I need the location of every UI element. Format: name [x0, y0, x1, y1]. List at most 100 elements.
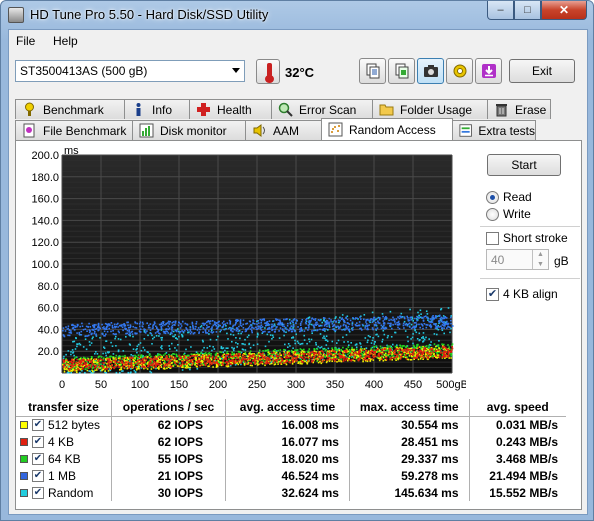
data-point [344, 354, 347, 357]
copy-info-button[interactable] [388, 58, 415, 84]
data-point [343, 354, 345, 357]
data-point [85, 362, 88, 365]
data-point [148, 363, 150, 365]
start-button[interactable]: Start [487, 154, 561, 176]
read-option[interactable]: Read [486, 190, 532, 204]
short-stroke-checkbox[interactable] [486, 231, 499, 245]
data-point [396, 354, 399, 356]
stepper-up-icon[interactable]: ▲ [533, 250, 548, 260]
data-point [205, 332, 207, 334]
thermometer-icon [256, 59, 280, 84]
data-point [237, 330, 239, 332]
data-point [150, 371, 153, 374]
data-point [145, 359, 147, 361]
data-point [63, 355, 65, 358]
data-point [248, 320, 251, 322]
data-point [205, 354, 208, 356]
read-radio[interactable] [486, 190, 499, 204]
data-point [114, 363, 117, 365]
data-point [428, 353, 431, 356]
tab-file-benchmark[interactable]: File Benchmark [15, 120, 133, 140]
data-point [139, 325, 141, 328]
tab-benchmark[interactable]: Benchmark [15, 99, 125, 119]
x-tick-label: 100 [131, 379, 149, 391]
y-tick-label: 140.0 [31, 215, 59, 227]
menu-help[interactable]: Help [53, 34, 78, 48]
data-point [160, 346, 162, 349]
data-point [421, 325, 424, 327]
align-option[interactable]: ✔ 4 KB align [486, 287, 558, 301]
data-point [271, 326, 274, 328]
tab-health[interactable]: Health [189, 99, 272, 119]
tab-info[interactable]: Info [124, 99, 190, 119]
data-point [414, 317, 416, 320]
data-point [248, 342, 251, 345]
screenshot-button[interactable] [417, 58, 444, 84]
data-point [173, 335, 175, 338]
ops-cell: 62 IOPS [110, 433, 226, 450]
tab-folder-usage[interactable]: Folder Usage [372, 99, 488, 119]
short-stroke-option[interactable]: Short stroke [486, 231, 568, 245]
data-point [94, 364, 96, 367]
avg-access-cell: 16.077 ms [225, 433, 350, 450]
close-button[interactable]: ✕ [541, 1, 587, 20]
data-point [308, 354, 310, 356]
menu-file[interactable]: File [16, 34, 35, 48]
data-point [141, 325, 144, 328]
data-point [206, 332, 209, 334]
data-point [249, 356, 251, 359]
data-point [344, 359, 347, 362]
series-checkbox[interactable]: ✔ [32, 486, 44, 499]
tab-extra-tests[interactable]: Extra tests [452, 120, 536, 140]
data-point [181, 362, 184, 365]
data-point [437, 349, 440, 351]
data-point [293, 359, 295, 361]
divider [480, 278, 580, 279]
title-bar[interactable]: HD Tune Pro 5.50 - Hard Disk/SSD Utility… [1, 1, 593, 28]
stepper-down-icon[interactable]: ▼ [533, 260, 548, 270]
save-button[interactable] [475, 58, 502, 84]
data-point [108, 358, 111, 360]
data-point [422, 327, 424, 330]
settings-button[interactable] [446, 58, 473, 84]
data-point [300, 351, 303, 354]
data-point [344, 324, 347, 327]
tab-error-scan[interactable]: Error Scan [271, 99, 373, 119]
data-point [388, 319, 390, 322]
align-checkbox[interactable]: ✔ [486, 287, 499, 301]
data-point [449, 331, 451, 334]
data-point [411, 353, 414, 355]
series-checkbox[interactable]: ✔ [32, 418, 44, 431]
copy-text-button[interactable] [359, 58, 386, 84]
data-point [273, 360, 275, 362]
write-option[interactable]: Write [486, 207, 531, 221]
series-checkbox[interactable]: ✔ [32, 435, 44, 448]
data-point [228, 319, 231, 322]
tab-aam[interactable]: AAM [245, 120, 322, 140]
data-point [139, 321, 142, 323]
series-checkbox[interactable]: ✔ [32, 452, 44, 465]
data-point [147, 334, 149, 337]
x-tick-label: 350 [326, 379, 344, 391]
series-checkbox[interactable]: ✔ [32, 469, 44, 482]
data-point [73, 340, 76, 343]
data-point [233, 355, 235, 357]
data-point [132, 348, 135, 350]
data-point [93, 332, 96, 335]
short-stroke-stepper[interactable]: 40 ▲ ▼ [486, 249, 549, 270]
write-radio[interactable] [486, 207, 499, 221]
tab-disk-monitor[interactable]: Disk monitor [132, 120, 246, 140]
drive-select[interactable]: ST3500413AS (500 gB) [15, 60, 245, 82]
data-point [402, 355, 405, 358]
data-point [339, 320, 341, 322]
exit-button[interactable]: Exit [509, 59, 575, 83]
tab-erase[interactable]: Erase [487, 99, 551, 119]
data-point [175, 363, 178, 366]
read-label: Read [503, 190, 532, 204]
maximize-button[interactable]: □ [514, 1, 541, 20]
minimize-button[interactable]: – [487, 1, 514, 20]
data-point [160, 323, 162, 326]
data-point [324, 349, 327, 352]
data-point [331, 323, 334, 325]
tab-random-access[interactable]: Random Access [321, 118, 453, 140]
